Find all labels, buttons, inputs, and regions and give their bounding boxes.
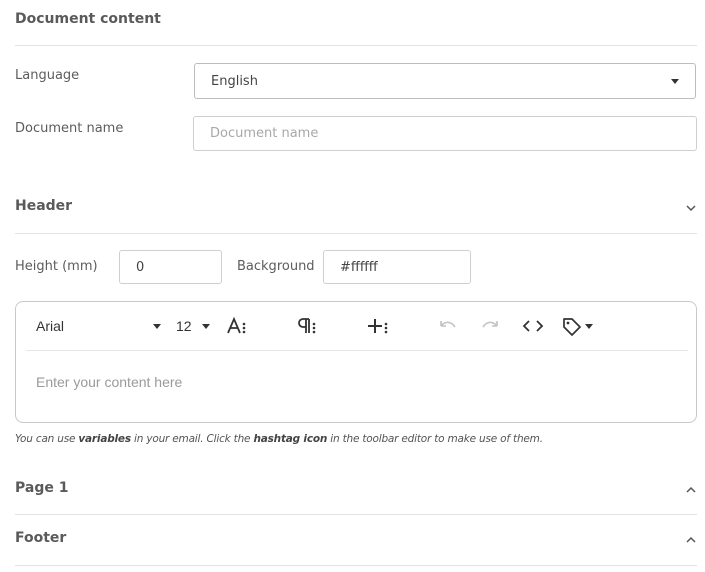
background-color-input[interactable]: #ffffff bbox=[323, 250, 471, 284]
header-content-editor[interactable]: Arial 12 Enter your content here bbox=[15, 301, 697, 423]
height-value: 0 bbox=[136, 259, 145, 275]
header-section-title[interactable]: Header bbox=[15, 198, 72, 214]
background-label: Background bbox=[237, 259, 315, 274]
hint-text-2: in your email. Click the bbox=[130, 433, 254, 445]
height-label: Height (mm) bbox=[15, 259, 98, 274]
language-select-value: English bbox=[211, 73, 258, 89]
insert-plus-icon[interactable] bbox=[366, 314, 390, 338]
language-label: Language bbox=[15, 68, 80, 83]
divider bbox=[15, 233, 697, 234]
undo-icon[interactable] bbox=[437, 314, 459, 338]
chevron-up-icon[interactable] bbox=[685, 484, 697, 496]
hint-text-1: You can use bbox=[15, 433, 79, 445]
document-name-label: Document name bbox=[15, 121, 124, 136]
font-size-select[interactable]: 12 bbox=[176, 314, 212, 338]
document-name-input[interactable]: Document name bbox=[193, 116, 697, 151]
code-view-icon[interactable] bbox=[521, 314, 545, 338]
font-family-select[interactable]: Arial bbox=[36, 314, 164, 338]
height-input[interactable]: 0 bbox=[119, 250, 222, 284]
toolbar-divider bbox=[26, 350, 688, 351]
chevron-down-icon bbox=[153, 323, 161, 329]
divider bbox=[15, 45, 697, 46]
chevron-down-icon bbox=[585, 323, 593, 329]
divider bbox=[15, 514, 697, 515]
footer-section-title[interactable]: Footer bbox=[15, 530, 66, 546]
chevron-down-icon[interactable] bbox=[685, 202, 697, 214]
hint-variables: variables bbox=[78, 433, 131, 445]
hint-text-3: in the toolbar editor to make use of the… bbox=[327, 433, 543, 445]
paragraph-icon[interactable] bbox=[296, 314, 318, 338]
chevron-up-icon[interactable] bbox=[685, 534, 697, 546]
hint-hashtag-icon: hashtag icon bbox=[253, 433, 328, 445]
variables-hint: You can use variables in your email. Cli… bbox=[15, 433, 543, 445]
font-family-value: Arial bbox=[36, 318, 65, 334]
redo-icon[interactable] bbox=[479, 314, 501, 338]
language-select[interactable]: English bbox=[194, 63, 696, 99]
tag-variables-icon[interactable] bbox=[561, 314, 595, 338]
page1-section-title[interactable]: Page 1 bbox=[15, 480, 68, 496]
chevron-down-icon bbox=[202, 323, 210, 329]
background-value: #ffffff bbox=[340, 259, 378, 275]
document-content-title: Document content bbox=[15, 11, 161, 27]
font-size-value: 12 bbox=[176, 318, 192, 334]
editor-placeholder: Enter your content here bbox=[36, 374, 183, 390]
document-name-placeholder: Document name bbox=[210, 126, 319, 141]
chevron-down-icon bbox=[671, 79, 679, 84]
font-size-icon[interactable] bbox=[226, 314, 248, 338]
divider bbox=[15, 565, 697, 566]
